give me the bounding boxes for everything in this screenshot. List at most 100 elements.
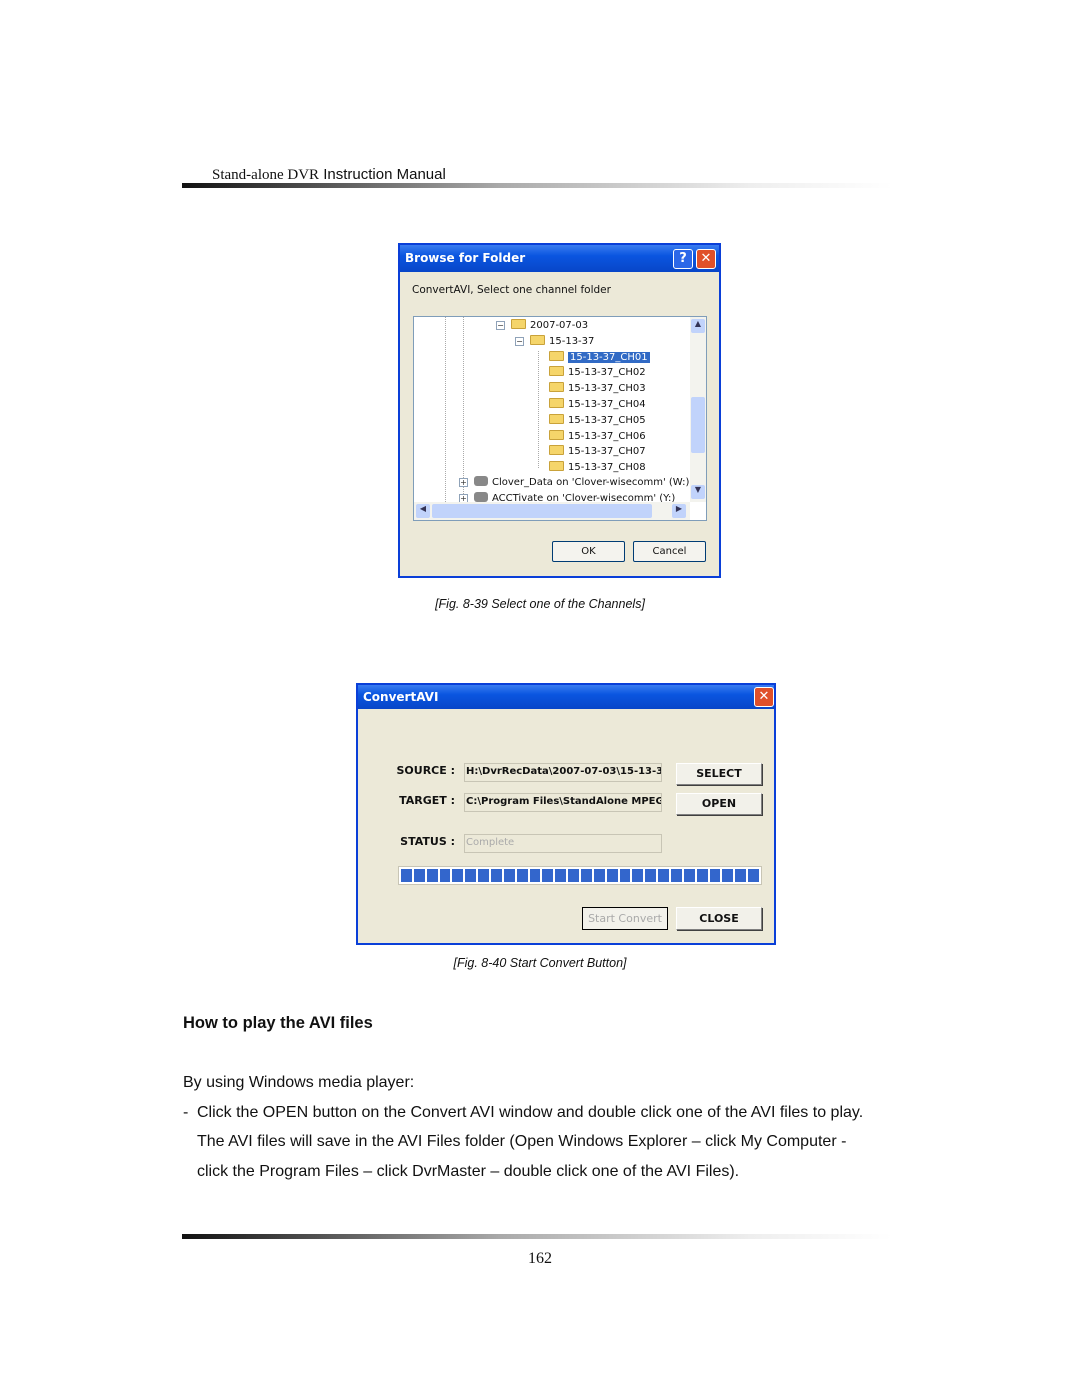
progress-block [671, 869, 682, 882]
section-heading: How to play the AVI files [183, 1014, 373, 1032]
folder-icon [549, 445, 564, 456]
window-title: ConvertAVI [363, 690, 439, 704]
scroll-thumb[interactable] [432, 504, 652, 518]
header-title-serif: Stand-alone DVR [212, 167, 320, 183]
figure-caption: [Fig. 8-39 Select one of the Channels] [435, 597, 645, 611]
header-rule [182, 183, 892, 188]
prompt-text: ConvertAVI, Select one channel folder [412, 284, 611, 296]
select-button[interactable]: SELECT [676, 763, 762, 785]
progress-block [568, 869, 580, 882]
scroll-down-icon[interactable]: ▼ [691, 485, 705, 499]
scroll-thumb[interactable] [691, 397, 705, 453]
progress-block [401, 869, 412, 882]
bullet-dash: - [183, 1104, 189, 1121]
progress-block [683, 869, 695, 882]
page-number: 162 [528, 1250, 552, 1267]
expand-icon: + [459, 478, 468, 487]
close-button[interactable]: ✕ [696, 249, 716, 269]
horizontal-scrollbar[interactable]: ◀ ▶ [414, 502, 690, 520]
progress-block [709, 869, 721, 882]
window-title: Browse for Folder [405, 251, 526, 265]
progress-block [619, 869, 631, 882]
target-label: TARGET : [399, 794, 455, 807]
status-field: Complete [464, 834, 662, 853]
folder-icon [549, 350, 564, 361]
collapse-icon: − [496, 321, 505, 330]
progress-block [478, 869, 490, 882]
progress-block [581, 869, 592, 882]
tree-folder-item[interactable]: 15-13-37_CH06 [549, 429, 646, 444]
tree-folder-item[interactable]: 15-13-37_CH01 [549, 350, 650, 365]
progress-block [606, 869, 618, 882]
body-line: Click the OPEN button on the Convert AVI… [197, 1104, 864, 1121]
header-title-sans: Instruction Manual [323, 166, 446, 183]
folder-icon [549, 461, 564, 472]
progress-block [645, 869, 657, 882]
tree-drive-item[interactable]: + Clover_Data on 'Clover-wisecomm' (W:) [459, 476, 689, 490]
drive-label: Clover_Data on 'Clover-wisecomm' (W:) [492, 477, 690, 488]
tree-folder-item[interactable]: 15-13-37_CH04 [549, 398, 646, 412]
folder-tree[interactable]: −2007-07-03−15-13-37 15-13-37_CH01 15-13-3… [413, 316, 707, 521]
tree-folder-item[interactable]: − 2007-07-03 [496, 319, 588, 333]
progress-block [735, 869, 747, 882]
scroll-up-icon[interactable]: ▲ [691, 319, 705, 333]
tree-folder-item[interactable]: 15-13-37_CH05 [549, 413, 646, 428]
status-label: STATUS : [400, 835, 455, 848]
progress-block [413, 869, 425, 882]
progress-bar [398, 866, 762, 885]
folder-label: 15-13-37_CH05 [568, 414, 646, 426]
progress-block [426, 869, 438, 882]
tree-folder-item[interactable]: 15-13-37_CH08 [549, 461, 646, 475]
source-field[interactable]: H:\DvrRecData\2007-07-03\15-13-37 [464, 763, 662, 782]
folder-icon [549, 366, 564, 377]
folder-icon [549, 398, 564, 408]
folder-label: 15-13-37_CH03 [568, 383, 646, 395]
convertavi-dialog: ConvertAVI ✕ SOURCE : H:\DvrRecData\2007… [356, 683, 776, 945]
collapse-icon: − [515, 336, 524, 346]
figure-caption: [Fig. 8-40 Start Convert Button] [453, 956, 627, 970]
body-line: The AVI files will save in the AVI Files… [197, 1133, 847, 1150]
open-button[interactable]: OPEN [676, 793, 762, 815]
start-convert-button[interactable]: Start Convert [582, 907, 668, 930]
progress-block [555, 869, 567, 882]
progress-block [491, 869, 502, 882]
folder-label: 15-13-37_CH07 [568, 446, 646, 458]
close-dialog-button[interactable]: CLOSE [676, 907, 762, 930]
network-drive-icon [474, 492, 488, 502]
tree-folder-item[interactable]: 15-13-37_CH07 [549, 445, 646, 459]
folder-icon [530, 334, 545, 345]
help-button[interactable]: ? [673, 249, 693, 269]
progress-block [503, 869, 515, 882]
progress-block [748, 869, 760, 882]
progress-block [529, 869, 541, 882]
folder-label: 15-13-37_CH04 [568, 399, 646, 410]
folder-icon [549, 382, 564, 393]
tree-folder-item[interactable]: 15-13-37_CH03 [549, 382, 646, 396]
body-line: click the Program Files – click DvrMaste… [197, 1163, 740, 1180]
progress-block [465, 869, 477, 882]
browse-folder-dialog: Browse for Folder ? ✕ ConvertAVI, Select… [398, 243, 721, 578]
progress-block [658, 869, 670, 882]
folder-label: 15-13-37_CH02 [568, 367, 646, 379]
progress-block [542, 869, 554, 882]
close-button[interactable]: ✕ [754, 687, 774, 707]
scroll-left-icon[interactable]: ◀ [416, 504, 430, 518]
scroll-right-icon[interactable]: ▶ [672, 504, 686, 518]
tree-folder-item[interactable]: 15-13-37_CH02 [549, 366, 646, 380]
running-header: Stand-alone DVR Instruction Manual [212, 166, 446, 184]
title-bar: Browse for Folder [400, 245, 719, 272]
cancel-button[interactable]: Cancel [633, 541, 706, 562]
folder-label: 15-13-37_CH08 [568, 462, 646, 474]
folder-label: 2007-07-03 [530, 320, 589, 331]
footer-rule [182, 1234, 892, 1239]
progress-block [439, 869, 451, 882]
progress-block [696, 869, 708, 882]
tree-folder-item[interactable]: − 15-13-37 [515, 334, 594, 349]
folder-label: 15-13-37_CH06 [568, 430, 646, 442]
vertical-scrollbar[interactable]: ▲ ▼ [690, 317, 706, 502]
ok-button[interactable]: OK [552, 541, 625, 562]
network-drive-icon [474, 476, 488, 486]
progress-block [593, 869, 605, 882]
target-field[interactable]: C:\Program Files\StandAlone MPEG [464, 793, 662, 812]
progress-block [722, 869, 734, 882]
